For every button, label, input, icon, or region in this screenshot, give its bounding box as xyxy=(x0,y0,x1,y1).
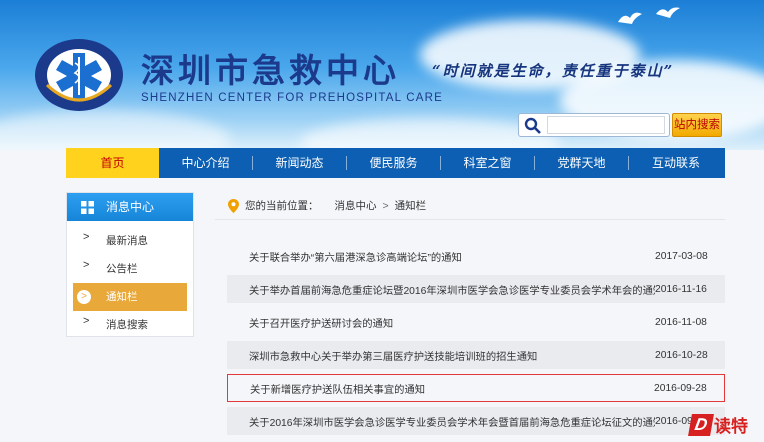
chevron-right-icon: > xyxy=(77,290,91,304)
nav-item-services[interactable]: 便民服务 xyxy=(347,148,440,178)
chevron-right-icon: > xyxy=(83,231,90,243)
breadcrumb: 您的当前位置： 消息中心 > 通知栏 xyxy=(215,192,725,220)
nav-item-party[interactable]: 党群天地 xyxy=(535,148,628,178)
list-item-highlighted[interactable]: 关于新增医疗护送队伍相关事宜的通知 2016-09-28 xyxy=(227,374,725,402)
sidebar-item-label: 公告栏 xyxy=(106,263,138,275)
notice-title[interactable]: 关于2016年深圳市医学会急诊医学专业委员会学术年会暨首届前海急危重症论坛征文的… xyxy=(227,414,655,429)
search-input[interactable] xyxy=(547,116,665,134)
notice-date: 2016-10-28 xyxy=(655,349,708,361)
notice-list: 关于联合举办“第六届港深急诊高端论坛”的通知 2017-03-08 关于举办首届… xyxy=(227,242,725,435)
chevron-right-icon: > xyxy=(83,259,90,271)
cloud-decoration xyxy=(0,110,230,150)
notice-date: 2016-11-16 xyxy=(655,283,707,295)
list-item[interactable]: 关于2016年深圳市医学会急诊医学专业委员会学术年会暨首届前海急危重症论坛征文的… xyxy=(227,407,725,435)
nav-item-home[interactable]: 首页 xyxy=(66,148,159,178)
doves-icon xyxy=(618,7,680,24)
notice-title[interactable]: 关于召开医疗护送研讨会的通知 xyxy=(227,315,655,330)
sidebar-item-label: 通知栏 xyxy=(106,291,138,303)
sidebar-item-label: 最新消息 xyxy=(106,235,148,247)
site-title: 深圳市急救中心 xyxy=(141,51,400,90)
main-content: 您的当前位置： 消息中心 > 通知栏 关于联合举办“第六届港深急诊高端论坛”的通… xyxy=(215,192,725,442)
site-search-button[interactable]: 站内搜索 xyxy=(672,113,722,137)
breadcrumb-prefix: 您的当前位置： xyxy=(245,199,319,212)
breadcrumb-level2[interactable]: 通知栏 xyxy=(395,192,427,220)
nav-item-about[interactable]: 中心介绍 xyxy=(159,148,252,178)
search-box xyxy=(518,113,670,137)
notice-title[interactable]: 关于举办首届前海急危重症论坛暨2016年深圳市医学会急诊医学专业委员会学术年会的… xyxy=(227,282,655,297)
notice-title[interactable]: 关于联合举办“第六届港深急诊高端论坛”的通知 xyxy=(227,249,655,264)
notice-date: 2016-09-28 xyxy=(654,382,707,394)
notice-title[interactable]: 关于新增医疗护送队伍相关事宜的通知 xyxy=(228,381,654,396)
watermark-logo: D 读特 xyxy=(688,412,748,437)
sidebar: 消息中心 > 最新消息 > 公告栏 > 通知栏 > 消息搜索 xyxy=(66,192,194,337)
breadcrumb-separator: > xyxy=(382,199,389,212)
site-subtitle: SHENZHEN CENTER FOR PREHOSPITAL CARE xyxy=(141,92,443,104)
notice-date: 2017-03-08 xyxy=(655,250,708,262)
sidebar-header: 消息中心 xyxy=(67,193,193,221)
sidebar-item-notices[interactable]: > 通知栏 xyxy=(73,283,187,311)
main-nav: 首页 中心介绍 新闻动态 便民服务 科室之窗 党群天地 互动联系 xyxy=(66,148,725,178)
emergency-center-logo xyxy=(35,39,123,111)
chevron-right-icon: > xyxy=(83,315,90,327)
grid-icon xyxy=(81,201,94,214)
nav-item-departments[interactable]: 科室之窗 xyxy=(441,148,534,178)
sidebar-item-search[interactable]: > 消息搜索 xyxy=(67,311,193,339)
breadcrumb-level1[interactable]: 消息中心 xyxy=(335,192,377,220)
location-pin-icon xyxy=(228,198,239,213)
list-item[interactable]: 关于召开医疗护送研讨会的通知 2016-11-08 xyxy=(227,308,725,336)
watermark-text: 读特 xyxy=(714,417,748,436)
search-icon[interactable] xyxy=(523,116,543,136)
notice-date: 2016-11-08 xyxy=(655,316,707,328)
nav-item-contact[interactable]: 互动联系 xyxy=(629,148,723,178)
list-item[interactable]: 深圳市急救中心关于举办第三届医疗护送技能培训班的招生通知 2016-10-28 xyxy=(227,341,725,369)
notice-title[interactable]: 深圳市急救中心关于举办第三届医疗护送技能培训班的招生通知 xyxy=(227,348,655,363)
nav-item-news[interactable]: 新闻动态 xyxy=(253,148,346,178)
sidebar-title: 消息中心 xyxy=(106,200,155,214)
list-item[interactable]: 关于举办首届前海急危重症论坛暨2016年深圳市医学会急诊医学专业委员会学术年会的… xyxy=(227,275,725,303)
list-item[interactable]: 关于联合举办“第六届港深急诊高端论坛”的通知 2017-03-08 xyxy=(227,242,725,270)
sidebar-item-label: 消息搜索 xyxy=(106,319,148,331)
sidebar-item-announcements[interactable]: > 公告栏 xyxy=(67,255,193,283)
watermark-icon: D xyxy=(688,413,714,436)
slogan: “时间就是生命，责任重于泰山” xyxy=(432,62,675,80)
